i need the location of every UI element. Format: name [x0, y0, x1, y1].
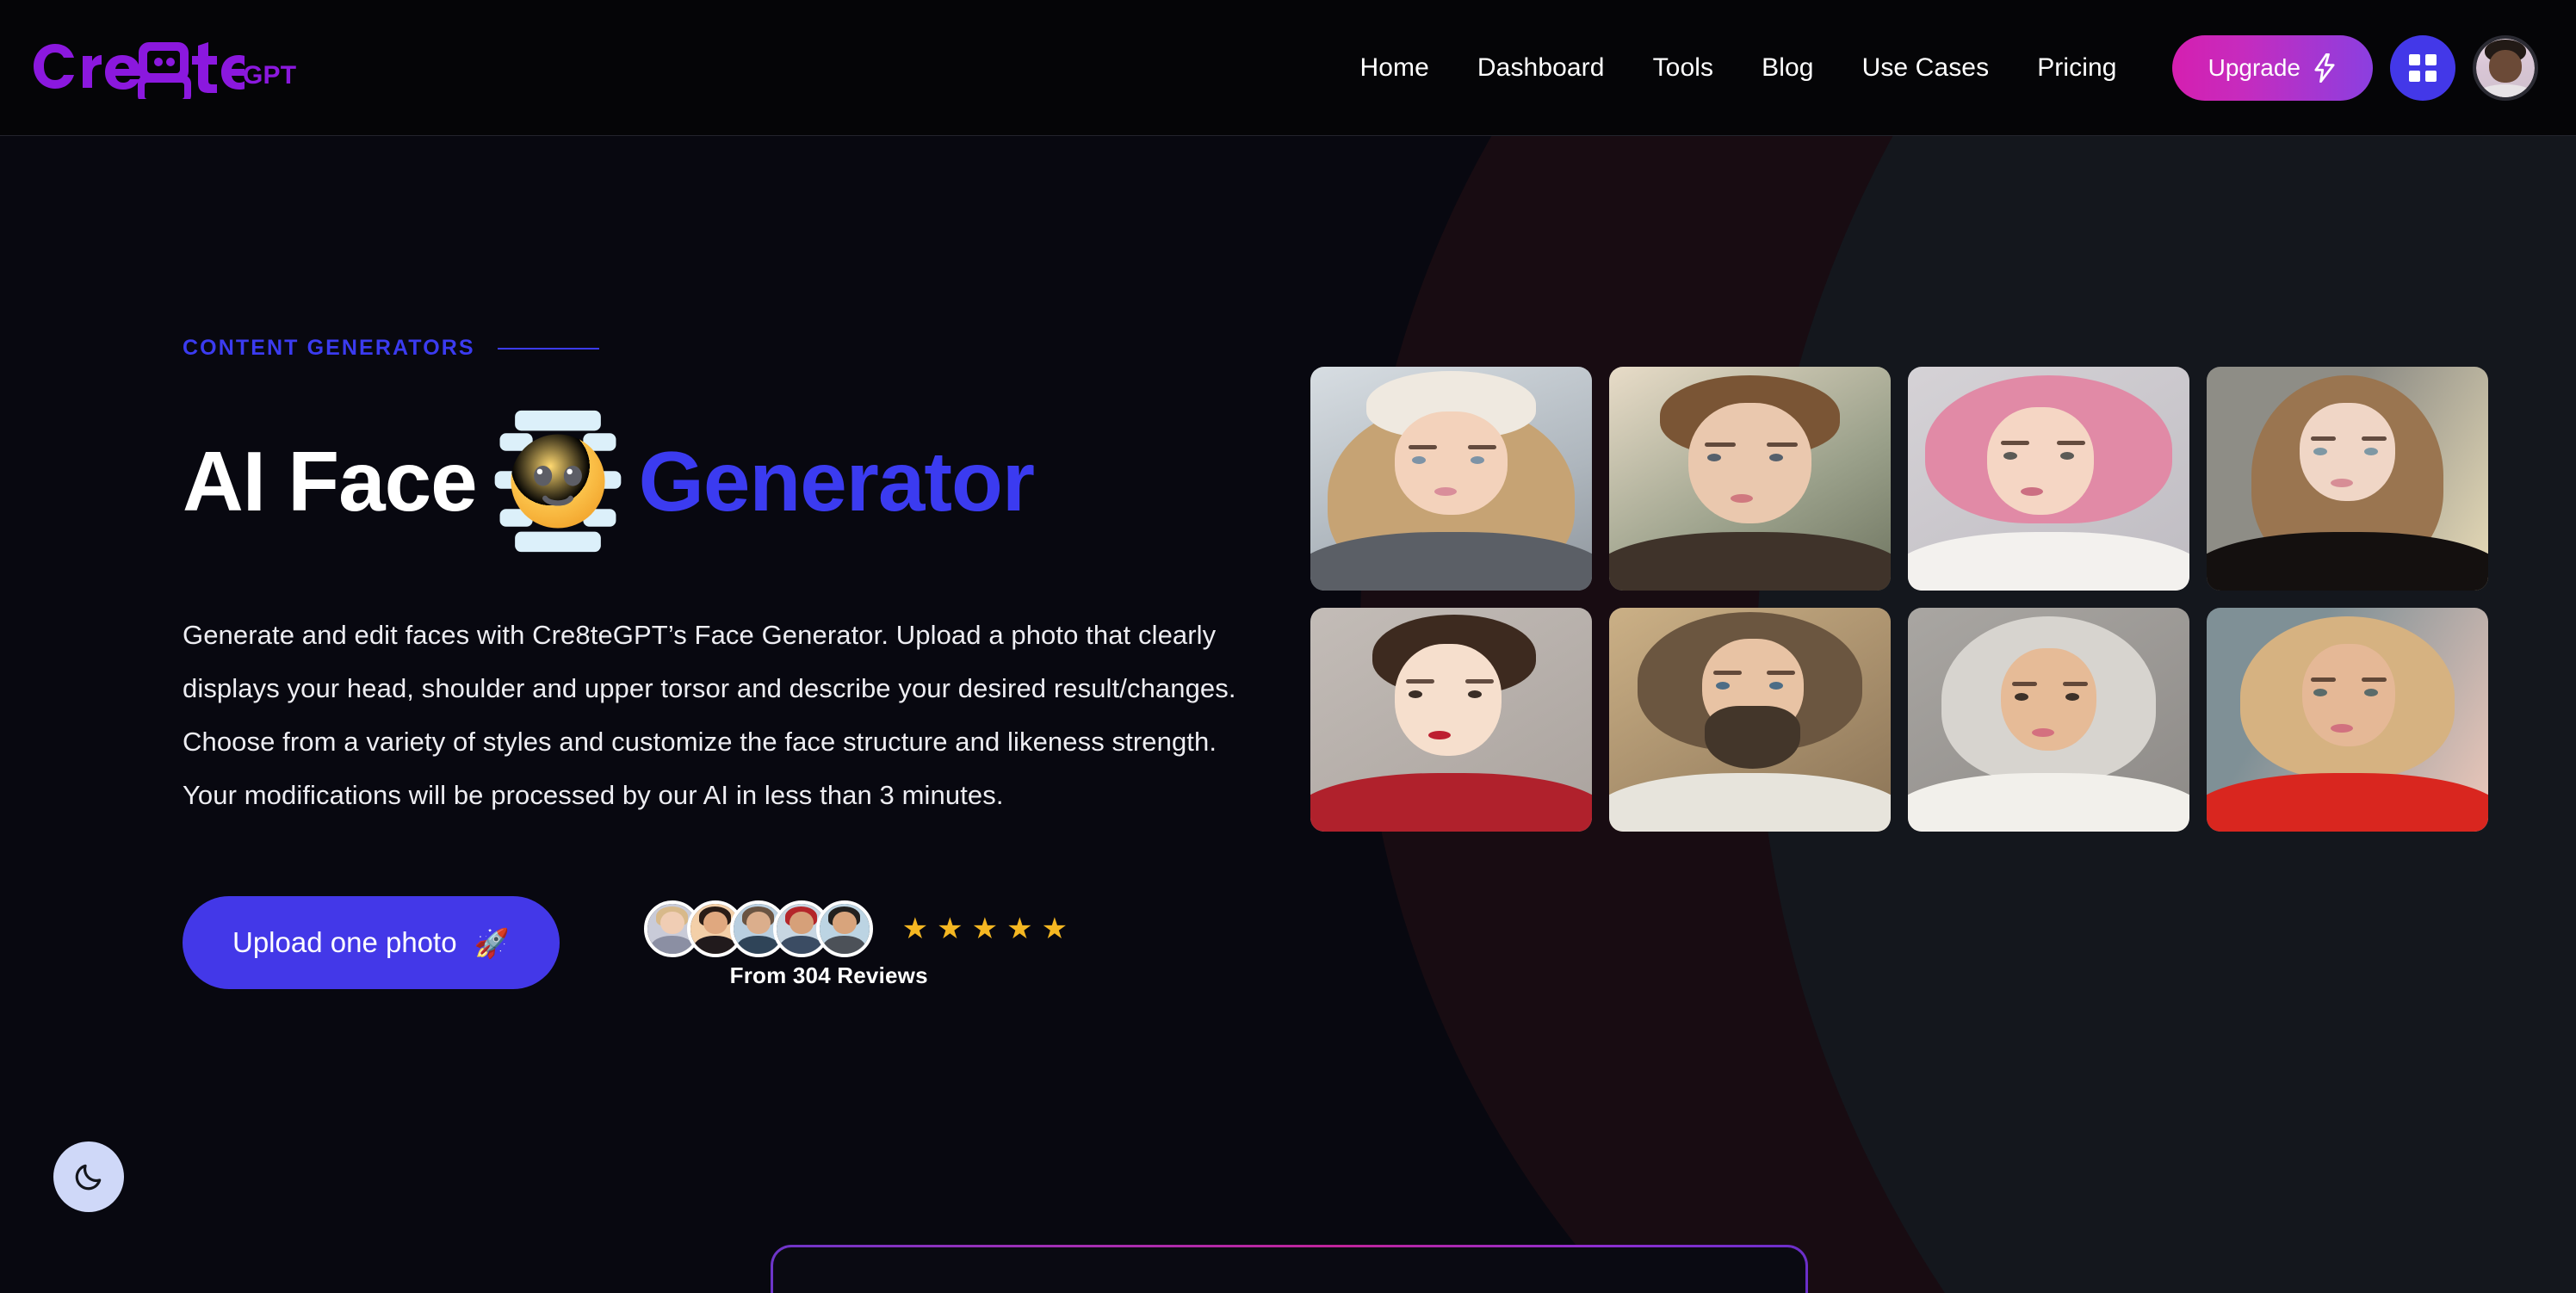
header-actions: Upgrade: [2171, 34, 2538, 101]
upload-photo-label: Upload one photo: [232, 926, 457, 958]
rocket-icon: 🚀: [474, 926, 510, 959]
face-image-grid: [1310, 367, 2488, 832]
gallery-thumb[interactable]: [1908, 608, 2189, 832]
gallery-thumb[interactable]: [1310, 367, 1592, 591]
site-header: GPT Home Dashboard Tools Blog Use Cases …: [0, 0, 2576, 136]
reviews-summary: ★ ★ ★ ★ ★ From 304 Reviews: [643, 897, 1068, 989]
apps-grid-button[interactable]: [2390, 34, 2455, 101]
moon-icon: [75, 1164, 102, 1191]
star-icon: ★: [937, 912, 963, 945]
gallery-thumb[interactable]: [1908, 367, 2189, 591]
page-root: GPT Home Dashboard Tools Blog Use Cases …: [0, 0, 2576, 1293]
brand-logo[interactable]: GPT: [29, 37, 296, 99]
upgrade-button[interactable]: Upgrade: [2171, 34, 2373, 101]
upload-photo-button[interactable]: Upload one photo 🚀: [183, 896, 560, 989]
nav-link-home[interactable]: Home: [1335, 53, 1452, 83]
page-title-part1: AI Face: [183, 434, 478, 529]
page-title: AI Face Generator: [183, 405, 1291, 557]
gallery-thumb[interactable]: [2207, 608, 2488, 832]
avatar: [815, 900, 873, 957]
lightning-bolt-icon: [2314, 53, 2335, 83]
reviews-count-label: From 304 Reviews: [729, 962, 928, 988]
smiley-face-icon: [482, 405, 634, 557]
hero-eyebrow-label: CONTENT GENERATORS: [183, 336, 475, 360]
hero-cta-row: Upload one photo 🚀 ★ ★ ★ ★ ★ From 304 Re…: [183, 896, 1291, 989]
bottom-panel-peek: [771, 1245, 1808, 1293]
nav-link-dashboard[interactable]: Dashboard: [1453, 53, 1629, 83]
star-rating: ★ ★ ★ ★ ★: [902, 914, 1068, 943]
page-title-part2: Generator: [638, 434, 1035, 529]
nav-link-blog[interactable]: Blog: [1737, 53, 1837, 83]
dark-mode-toggle-button[interactable]: [53, 1141, 124, 1212]
brand-suffix: GPT: [243, 60, 297, 90]
hero-description: Generate and edit faces with Cre8teGPT’s…: [183, 620, 1236, 810]
upgrade-button-label: Upgrade: [2208, 53, 2300, 81]
user-avatar-button[interactable]: [2473, 34, 2538, 101]
hero-eyebrow-line: [497, 347, 599, 350]
hero-section: CONTENT GENERATORS AI Face Generator Gen…: [0, 136, 2576, 989]
star-icon: ★: [1006, 912, 1033, 945]
star-icon: ★: [1041, 912, 1068, 945]
gallery-thumb[interactable]: [1310, 608, 1592, 832]
star-icon: ★: [971, 912, 999, 945]
gallery-thumb[interactable]: [1609, 608, 1891, 832]
nav-link-use-cases[interactable]: Use Cases: [1838, 53, 2014, 83]
avatar: [2476, 38, 2535, 97]
hero-eyebrow: CONTENT GENERATORS: [183, 336, 1291, 361]
grid-icon: [2409, 53, 2437, 82]
reviewer-avatars: [643, 900, 873, 957]
hero-gallery: [1291, 136, 2488, 989]
cre8te-logo-icon: [34, 41, 245, 99]
nav-link-pricing[interactable]: Pricing: [2013, 53, 2140, 83]
reviews-top-row: ★ ★ ★ ★ ★: [643, 900, 1068, 957]
star-icon: ★: [901, 912, 929, 945]
main-navigation: Home Dashboard Tools Blog Use Cases Pric…: [1335, 34, 2538, 101]
nav-link-tools[interactable]: Tools: [1629, 53, 1738, 83]
hero-content: CONTENT GENERATORS AI Face Generator Gen…: [0, 136, 1291, 989]
nav-links: Home Dashboard Tools Blog Use Cases Pric…: [1335, 53, 2140, 83]
gallery-thumb[interactable]: [1609, 367, 1891, 591]
smiley-emoji: [511, 434, 605, 529]
gallery-thumb[interactable]: [2207, 367, 2488, 591]
